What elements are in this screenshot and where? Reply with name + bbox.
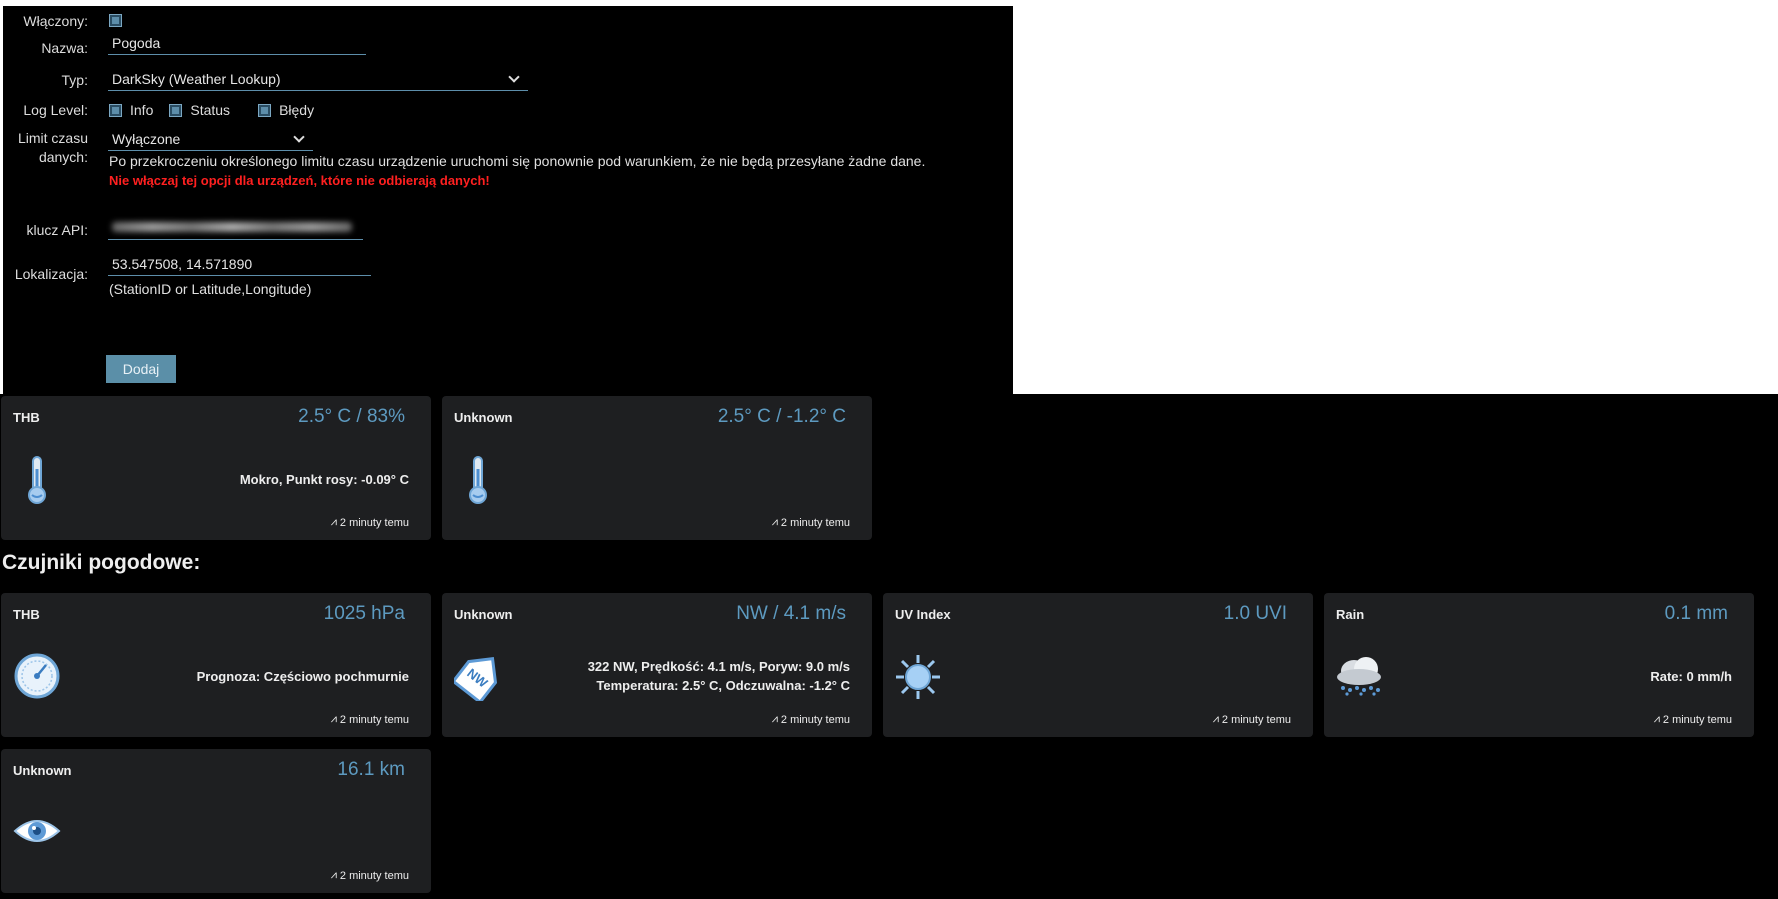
log-info-checkbox[interactable]: [109, 103, 122, 117]
timeout-info-text: Po przekroczeniu określonego limitu czas…: [109, 153, 926, 169]
card-detail: 322 NW, Prędkość: 4.1 m/s, Poryw: 9.0 m/…: [588, 657, 850, 695]
card-value: 1025 hPa: [323, 603, 405, 624]
card-detail: Mokro, Punkt rosy: -0.09° C: [239, 472, 409, 487]
log-status-checkbox[interactable]: [169, 103, 183, 117]
card-last-update: ⩘ 2 minuty temu: [1213, 713, 1291, 726]
type-select[interactable]: DarkSky (Weather Lookup): [108, 67, 528, 91]
device-card-uv[interactable]: UV Index 1.0 UVI ⩘ 2 minuty temu: [883, 593, 1313, 737]
chevron-down-icon: [508, 70, 520, 83]
log-errors-checkbox[interactable]: [258, 103, 272, 117]
card-value: 2.5° C / -1.2° C: [717, 406, 846, 427]
device-card-visibility[interactable]: Unknown 16.1 km ⩘ 2 minuty temu: [1, 749, 431, 893]
wind-detail-line2: Temperatura: 2.5° C, Odczuwalna: -1.2° C: [596, 678, 850, 693]
rain-cloud-icon: [1334, 653, 1384, 702]
pulse-icon: ⩘: [330, 869, 337, 881]
card-detail: Prognoza: Częściowo pochmurnie: [196, 669, 409, 684]
dashboard: THB 2.5° C / 83% Mokro, Punkt rosy: -0.0…: [0, 394, 1778, 899]
card-time-text: 2 minuty temu: [339, 869, 409, 882]
api-key-input[interactable]: [108, 216, 363, 240]
card-time-text: 2 minuty temu: [339, 713, 409, 726]
pulse-icon: ⩘: [771, 713, 778, 725]
card-time-text: 2 minuty temu: [1221, 713, 1291, 726]
sun-icon: [894, 653, 942, 706]
card-title: Unknown: [454, 607, 513, 622]
device-card-barometer[interactable]: THB 1025 hPa Prognoza: Częściowo pochmur…: [1, 593, 431, 737]
device-card-unknown-temp[interactable]: Unknown 2.5° C / -1.2° C ⩘ 2 minuty temu: [442, 396, 872, 540]
card-value: 0.1 mm: [1664, 603, 1728, 624]
card-title: Unknown: [454, 410, 513, 425]
pulse-icon: ⩘: [1653, 713, 1660, 725]
weather-sensors-heading: Czujniki pogodowe:: [2, 551, 201, 574]
log-status-label: Status: [190, 102, 231, 118]
card-time-text: 2 minuty temu: [339, 516, 409, 529]
wind-detail-line1: 322 NW, Prędkość: 4.1 m/s, Poryw: 9.0 m/…: [587, 659, 850, 674]
card-time-text: 2 minuty temu: [780, 713, 850, 726]
card-title: UV Index: [895, 607, 951, 622]
barometer-icon: [14, 653, 60, 704]
card-title: Unknown: [13, 763, 72, 778]
card-last-update: ⩘ 2 minuty temu: [772, 713, 850, 726]
card-last-update: ⩘ 2 minuty temu: [1654, 713, 1732, 726]
log-level-options: Info Status Błędy: [109, 102, 330, 118]
thermometer-icon: [25, 455, 49, 510]
enabled-label: Włączony:: [23, 13, 88, 29]
card-detail: Rate: 0 mm/h: [1650, 669, 1732, 684]
name-label: Nazwa:: [41, 40, 88, 56]
add-button[interactable]: Dodaj: [106, 355, 176, 383]
name-input[interactable]: [108, 31, 366, 55]
card-title: Rain: [1336, 607, 1365, 622]
timeout-label: Limit czasu danych:: [3, 129, 88, 167]
thermometer-icon: [466, 455, 490, 510]
timeout-select[interactable]: Wyłączone: [108, 127, 313, 151]
card-value: 16.1 km: [337, 759, 405, 780]
log-level-label: Log Level:: [23, 102, 88, 118]
card-title: THB: [13, 607, 40, 622]
enabled-checkbox[interactable]: [109, 14, 122, 27]
api-key-blurred-value: [112, 222, 352, 232]
eye-icon: [13, 815, 61, 852]
log-errors-label: Błędy: [279, 102, 315, 118]
type-select-value: DarkSky (Weather Lookup): [112, 70, 281, 87]
location-label: Lokalizacja:: [14, 266, 88, 282]
card-value: 1.0 UVI: [1223, 603, 1287, 624]
card-title: THB: [13, 410, 40, 425]
card-last-update: ⩘ 2 minuty temu: [772, 516, 850, 529]
device-card-wind[interactable]: Unknown NW / 4.1 m/s NW 322 NW, Prędkość…: [442, 593, 872, 737]
chevron-down-icon: [293, 130, 305, 143]
timeout-label-line2: danych:: [38, 149, 88, 165]
card-value: NW / 4.1 m/s: [736, 603, 846, 624]
wind-direction-icon: NW: [451, 651, 504, 706]
card-value: 2.5° C / 83%: [298, 406, 405, 427]
card-last-update: ⩘ 2 minuty temu: [331, 713, 409, 726]
device-card-rain[interactable]: Rain 0.1 mm Rate: 0 mm/h ⩘ 2 minuty temu: [1324, 593, 1754, 737]
pulse-icon: ⩘: [1212, 713, 1219, 725]
timeout-label-line1: Limit czasu: [17, 130, 88, 146]
log-info-label: Info: [130, 102, 154, 118]
location-hint: (StationID or Latitude,Longitude): [109, 281, 312, 297]
pulse-icon: ⩘: [771, 516, 778, 528]
pulse-icon: ⩘: [330, 713, 337, 725]
pulse-icon: ⩘: [330, 516, 337, 528]
card-last-update: ⩘ 2 minuty temu: [331, 516, 409, 529]
type-label: Typ:: [61, 72, 88, 88]
timeout-warning-text: Nie włączaj tej opcji dla urządzeń, któr…: [109, 173, 490, 188]
device-card-thb-temp[interactable]: THB 2.5° C / 83% Mokro, Punkt rosy: -0.0…: [1, 396, 431, 540]
page-root: Włączony: Nazwa: Typ: DarkSky (Weather L…: [0, 0, 1778, 899]
card-time-text: 2 minuty temu: [1662, 713, 1732, 726]
hardware-settings-form: Włączony: Nazwa: Typ: DarkSky (Weather L…: [3, 6, 1013, 394]
card-last-update: ⩘ 2 minuty temu: [331, 869, 409, 882]
timeout-select-value: Wyłączone: [112, 130, 181, 147]
api-key-label: klucz API:: [26, 222, 88, 238]
location-input[interactable]: [108, 252, 371, 276]
card-time-text: 2 minuty temu: [780, 516, 850, 529]
